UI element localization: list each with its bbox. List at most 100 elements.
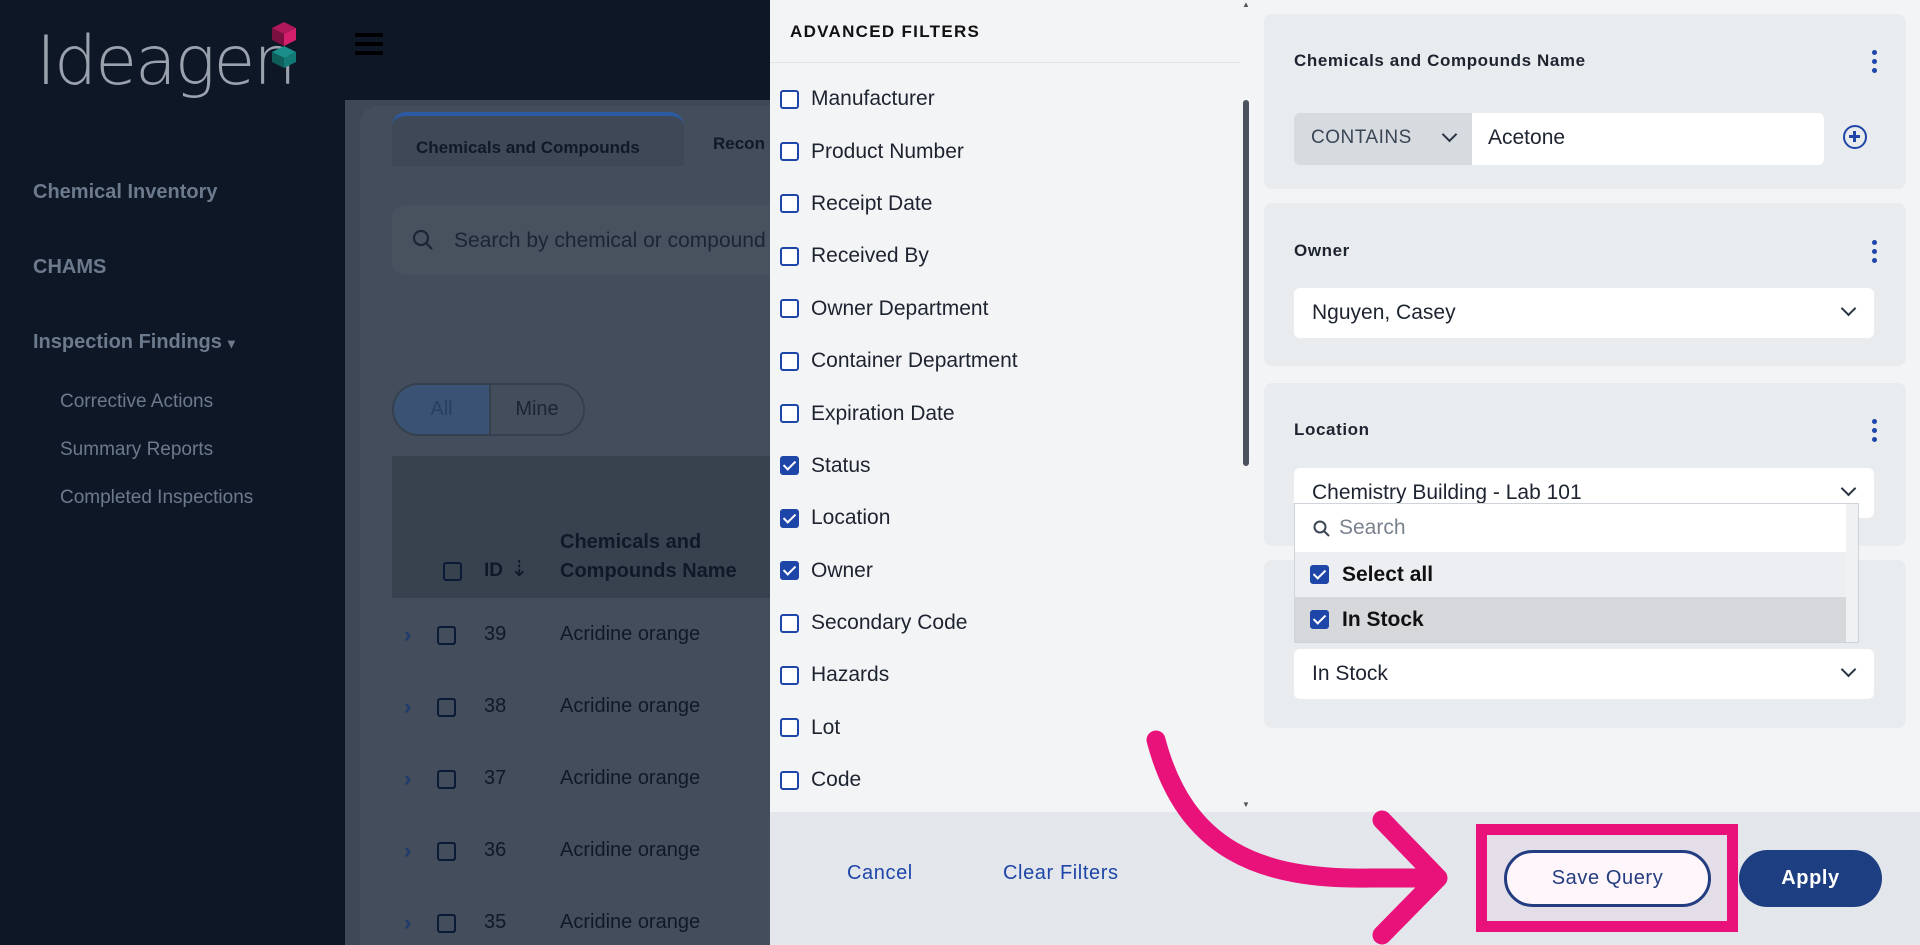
checkbox-checked[interactable]: [780, 508, 799, 528]
field-label: Status: [811, 453, 871, 477]
checkbox[interactable]: [780, 613, 799, 633]
row-checkbox[interactable]: [437, 626, 456, 645]
field-label: Expiration Date: [811, 401, 955, 425]
checkbox[interactable]: [780, 142, 799, 162]
checkbox[interactable]: [780, 718, 799, 738]
field-label: Lot: [811, 715, 841, 739]
field-option-hazards[interactable]: Hazards: [780, 649, 1018, 701]
dropdown-search-input[interactable]: Search: [1295, 504, 1858, 552]
checkbox[interactable]: [780, 299, 799, 319]
field-option-receipt-date[interactable]: Receipt Date: [780, 178, 1018, 230]
checkbox[interactable]: [780, 351, 799, 371]
table-row[interactable]: › 36 Acridine orange: [392, 816, 770, 888]
scroll-up-arrow-icon[interactable]: ▲: [1242, 0, 1250, 9]
divider: [770, 62, 1240, 63]
panel-title: ADVANCED FILTERS: [790, 22, 981, 41]
field-option-expiration-date[interactable]: Expiration Date: [780, 387, 1018, 439]
field-option-lot[interactable]: Lot: [780, 702, 1018, 754]
table-row[interactable]: › 38 Acridine orange: [392, 672, 770, 744]
table-row[interactable]: › 35 Acridine orange: [392, 888, 770, 945]
checkbox-checked[interactable]: [1310, 565, 1329, 584]
subnav-item-completed-inspections[interactable]: Completed Inspections: [60, 486, 253, 534]
ideagen-logo[interactable]: Ideagen: [36, 22, 296, 96]
status-select[interactable]: In Stock: [1294, 649, 1874, 699]
field-option-location[interactable]: Location: [780, 492, 1018, 544]
apply-button[interactable]: Apply: [1739, 850, 1882, 907]
expand-chevron-icon[interactable]: ›: [404, 766, 411, 792]
toggle-mine-button[interactable]: Mine: [488, 385, 583, 434]
row-checkbox[interactable]: [437, 842, 456, 861]
tab-recon[interactable]: Recon: [713, 134, 765, 154]
clear-filters-button[interactable]: Clear Filters: [1003, 862, 1119, 885]
filter-card-owner: Owner Nguyen, Casey: [1264, 203, 1906, 366]
nav-item-label: Inspection Findings: [33, 331, 222, 353]
more-options-icon[interactable]: [1872, 240, 1878, 267]
subnav-item-summary-reports[interactable]: Summary Reports: [60, 438, 253, 486]
field-option-owner-department[interactable]: Owner Department: [780, 283, 1018, 335]
dropdown-scrollbar[interactable]: [1846, 504, 1858, 642]
checkbox[interactable]: [780, 404, 799, 424]
column-header-name[interactable]: Chemicals and Compounds Name: [560, 528, 737, 586]
checkbox-checked[interactable]: [1310, 610, 1329, 629]
search-icon: [1313, 520, 1330, 537]
owner-select[interactable]: Nguyen, Casey: [1294, 288, 1874, 338]
expand-chevron-icon[interactable]: ›: [404, 910, 411, 936]
sort-descending-icon[interactable]: ⇣: [510, 556, 528, 582]
expand-chevron-icon[interactable]: ›: [404, 838, 411, 864]
toggle-all-button[interactable]: All: [394, 385, 489, 434]
expand-chevron-icon[interactable]: ›: [404, 622, 411, 648]
checkbox[interactable]: [780, 246, 799, 266]
row-name: Acridine orange: [560, 911, 701, 933]
operator-select[interactable]: CONTAINS: [1294, 113, 1472, 165]
tab-label: Chemicals and Compounds: [416, 138, 640, 157]
add-condition-icon[interactable]: [1843, 125, 1867, 149]
field-option-secondary-code[interactable]: Secondary Code: [780, 597, 1018, 649]
table-row[interactable]: › 37 Acridine orange: [392, 744, 770, 816]
sidebar-nav: Chemical Inventory CHAMS Inspection Find…: [33, 178, 235, 403]
input-value: Acetone: [1488, 126, 1566, 149]
search-placeholder: Search by chemical or compound: [454, 229, 766, 252]
nav-item-chams[interactable]: CHAMS: [33, 253, 235, 328]
field-label: Manufacturer: [811, 87, 935, 111]
status-dropdown-menu: Search Select all In Stock: [1294, 503, 1859, 643]
select-value: Chemistry Building - Lab 101: [1312, 481, 1582, 504]
select-all-rows-checkbox[interactable]: [443, 562, 462, 581]
dropdown-option-select-all[interactable]: Select all: [1295, 552, 1858, 597]
field-option-product-number[interactable]: Product Number: [780, 125, 1018, 177]
checkbox[interactable]: [780, 665, 799, 685]
field-option-container-department[interactable]: Container Department: [780, 335, 1018, 387]
more-options-icon[interactable]: [1872, 50, 1878, 77]
tab-chemicals-and-compounds[interactable]: Chemicals and Compounds: [392, 112, 684, 166]
checkbox-checked[interactable]: [780, 561, 799, 581]
row-checkbox[interactable]: [437, 914, 456, 933]
field-option-manufacturer[interactable]: Manufacturer: [780, 73, 1018, 125]
table-row[interactable]: › 39 Acridine orange: [392, 600, 770, 672]
more-options-icon[interactable]: [1872, 419, 1878, 446]
checkbox-checked[interactable]: [780, 456, 799, 476]
checkbox[interactable]: [780, 89, 799, 109]
cancel-button[interactable]: Cancel: [847, 862, 913, 885]
nav-item-chemical-inventory[interactable]: Chemical Inventory: [33, 178, 235, 253]
dropdown-option-in-stock[interactable]: In Stock: [1295, 597, 1858, 642]
name-filter-input[interactable]: Acetone: [1472, 113, 1824, 165]
row-id: 39: [484, 623, 507, 645]
field-option-code[interactable]: Code: [780, 754, 1018, 806]
field-option-owner[interactable]: Owner: [780, 545, 1018, 597]
hamburger-menu-icon[interactable]: [355, 33, 383, 55]
operator-value: CONTAINS: [1311, 127, 1412, 148]
option-label: In Stock: [1342, 608, 1424, 631]
row-checkbox[interactable]: [437, 698, 456, 717]
checkbox[interactable]: [780, 194, 799, 214]
scroll-thumb[interactable]: [1243, 100, 1249, 466]
field-list-scrollbar[interactable]: ▲ ▼: [1240, 0, 1252, 812]
field-label: Product Number: [811, 139, 964, 163]
pointer-arrow-icon: [1146, 730, 1448, 945]
row-checkbox[interactable]: [437, 770, 456, 789]
search-input[interactable]: Search by chemical or compound: [392, 205, 782, 275]
expand-chevron-icon[interactable]: ›: [404, 694, 411, 720]
subnav-item-corrective-actions[interactable]: Corrective Actions: [60, 390, 253, 438]
field-option-received-by[interactable]: Received By: [780, 230, 1018, 282]
field-option-status[interactable]: Status: [780, 440, 1018, 492]
checkbox[interactable]: [780, 770, 799, 790]
column-header-id[interactable]: ID: [484, 560, 503, 582]
